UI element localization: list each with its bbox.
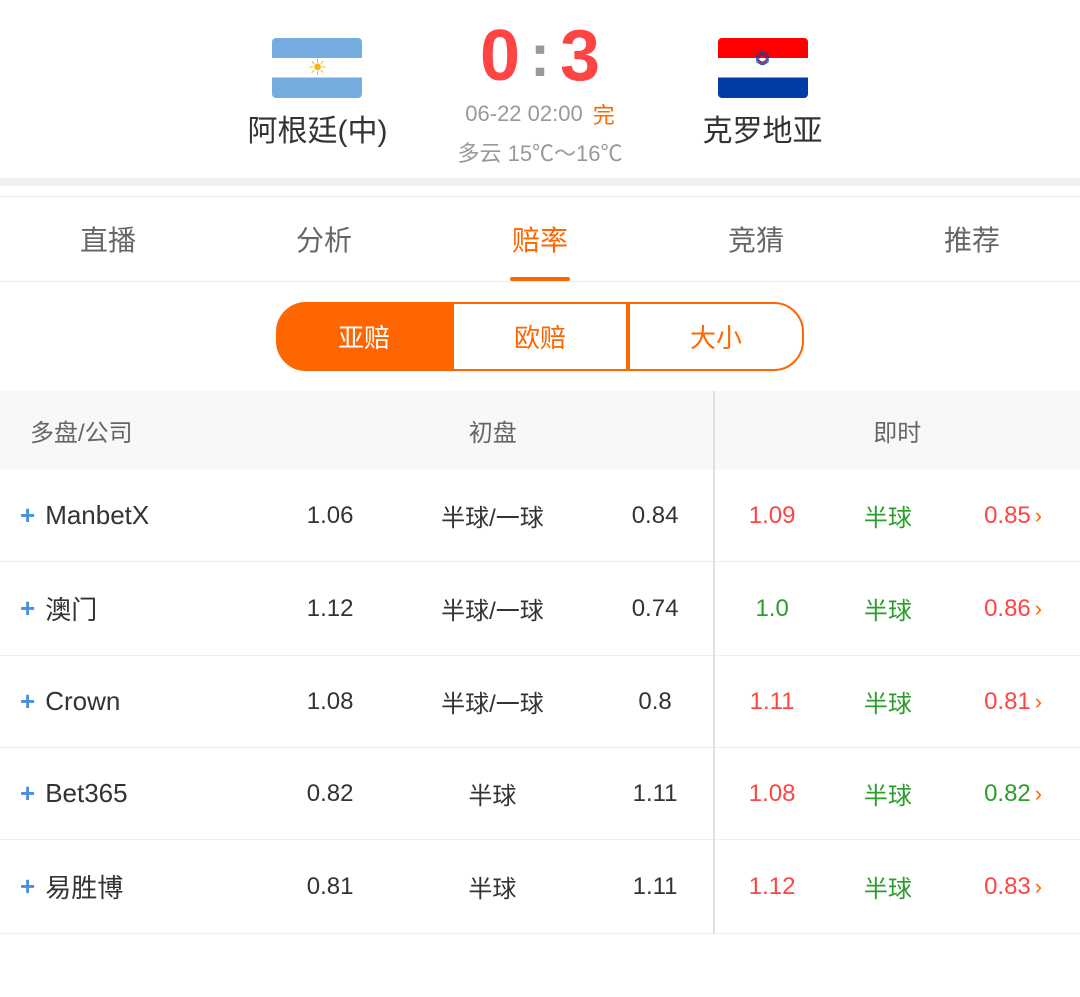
company-cell[interactable]: + 澳门 (0, 562, 273, 656)
team-away-block: 克罗地亚 (663, 38, 863, 150)
col-initial: 初盘 (273, 391, 714, 470)
live-handicap-val: 半球 (830, 470, 947, 562)
team-away-name: 克罗地亚 (703, 106, 823, 150)
odds-table: 多盘/公司 初盘 即时 + ManbetX 1.06 半球/一球 0.84 1.… (0, 391, 1080, 934)
tab-analysis[interactable]: 分析 (216, 197, 432, 281)
tab-odds[interactable]: 赔率 (432, 197, 648, 281)
live-away-num: 0.85 (984, 502, 1031, 530)
init-home-val: 1.08 (273, 656, 387, 748)
divider-1 (0, 178, 1080, 186)
live-handicap-val: 半球 (830, 840, 947, 934)
live-away-val: 0.81 › (946, 656, 1080, 748)
init-away-val: 0.8 (598, 656, 714, 748)
arrow-icon[interactable]: › (1035, 781, 1042, 807)
team-home-block: 阿根廷(中) (217, 38, 417, 150)
live-away-num: 0.82 (984, 780, 1031, 808)
tab-live[interactable]: 直播 (0, 197, 216, 281)
score-display: 0 : 3 (480, 20, 600, 92)
match-weather: 多云 15℃～16℃ (457, 136, 622, 168)
table-row[interactable]: + Bet365 0.82 半球 1.11 1.08 半球 0.82 › (0, 748, 1080, 840)
col-live: 即时 (714, 391, 1080, 470)
init-home-val: 0.81 (273, 840, 387, 934)
init-away-val: 1.11 (598, 748, 714, 840)
company-cell[interactable]: + 易胜博 (0, 840, 273, 934)
live-away-num: 0.86 (984, 595, 1031, 623)
live-away-val: 0.83 › (946, 840, 1080, 934)
table-row[interactable]: + 易胜博 0.81 半球 1.11 1.12 半球 0.83 › (0, 840, 1080, 934)
arrow-icon[interactable]: › (1035, 503, 1042, 529)
live-home-val: 1.12 (714, 840, 830, 934)
table-row[interactable]: + ManbetX 1.06 半球/一球 0.84 1.09 半球 0.85 › (0, 470, 1080, 562)
team-away-flag (718, 38, 808, 98)
init-away-val: 1.11 (598, 840, 714, 934)
match-header: 阿根廷(中) 0 : 3 06-22 02:00 完 多云 15℃～16℃ 克罗… (0, 0, 1080, 178)
team-home-name: 阿根廷(中) (247, 106, 387, 150)
init-handicap-val: 半球/一球 (387, 470, 597, 562)
live-handicap-val: 半球 (830, 562, 947, 656)
plus-icon: + (20, 871, 35, 902)
live-away-num: 0.83 (984, 873, 1031, 901)
company-name: 易胜博 (45, 868, 123, 905)
company-name: Bet365 (45, 778, 127, 809)
init-handicap-val: 半球/一球 (387, 656, 597, 748)
plus-icon: + (20, 500, 35, 531)
init-home-val: 0.82 (273, 748, 387, 840)
sub-tabs: 亚赔 欧赔 大小 (0, 282, 1080, 391)
team-home-flag (272, 38, 362, 98)
tab-predict[interactable]: 竞猜 (648, 197, 864, 281)
score-colon: : (530, 26, 550, 86)
company-cell[interactable]: + ManbetX (0, 470, 273, 562)
arrow-icon[interactable]: › (1035, 689, 1042, 715)
sub-tab-asia[interactable]: 亚赔 (276, 302, 452, 371)
score-home: 0 (480, 20, 520, 92)
match-datetime: 06-22 02:00 (465, 101, 582, 127)
sub-tab-euro[interactable]: 欧赔 (452, 302, 628, 371)
live-away-val: 0.85 › (946, 470, 1080, 562)
live-handicap-val: 半球 (830, 748, 947, 840)
live-home-val: 1.09 (714, 470, 830, 562)
table-header-row: 多盘/公司 初盘 即时 (0, 391, 1080, 470)
main-tabs: 直播 分析 赔率 竞猜 推荐 (0, 196, 1080, 282)
arrow-icon[interactable]: › (1035, 596, 1042, 622)
company-name: ManbetX (45, 500, 149, 531)
live-home-val: 1.08 (714, 748, 830, 840)
company-name: Crown (45, 686, 120, 717)
init-away-val: 0.74 (598, 562, 714, 656)
init-handicap-val: 半球 (387, 840, 597, 934)
col-company: 多盘/公司 (0, 391, 273, 470)
init-away-val: 0.84 (598, 470, 714, 562)
sub-tab-size[interactable]: 大小 (628, 302, 804, 371)
company-name: 澳门 (45, 590, 97, 627)
plus-icon: + (20, 593, 35, 624)
table-row[interactable]: + Crown 1.08 半球/一球 0.8 1.11 半球 0.81 › (0, 656, 1080, 748)
live-away-val: 0.82 › (946, 748, 1080, 840)
live-handicap-val: 半球 (830, 656, 947, 748)
live-home-val: 1.0 (714, 562, 830, 656)
company-cell[interactable]: + Bet365 (0, 748, 273, 840)
score-away: 3 (560, 20, 600, 92)
live-home-val: 1.11 (714, 656, 830, 748)
plus-icon: + (20, 778, 35, 809)
tab-recommend[interactable]: 推荐 (864, 197, 1080, 281)
init-home-val: 1.06 (273, 470, 387, 562)
arrow-icon[interactable]: › (1035, 874, 1042, 900)
score-block: 0 : 3 06-22 02:00 完 多云 15℃～16℃ (457, 20, 622, 168)
init-handicap-val: 半球/一球 (387, 562, 597, 656)
plus-icon: + (20, 686, 35, 717)
live-away-num: 0.81 (984, 688, 1031, 716)
company-cell[interactable]: + Crown (0, 656, 273, 748)
init-home-val: 1.12 (273, 562, 387, 656)
table-row[interactable]: + 澳门 1.12 半球/一球 0.74 1.0 半球 0.86 › (0, 562, 1080, 656)
match-status: 完 (593, 98, 615, 130)
live-away-val: 0.86 › (946, 562, 1080, 656)
match-meta: 06-22 02:00 完 (465, 98, 614, 130)
init-handicap-val: 半球 (387, 748, 597, 840)
